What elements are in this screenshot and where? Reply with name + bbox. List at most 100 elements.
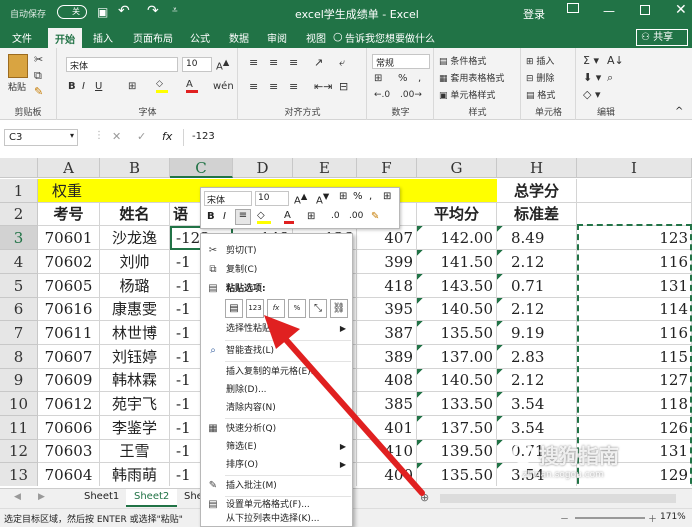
grid-cell[interactable]: 韩雨萌 xyxy=(100,463,170,486)
grid-cell[interactable]: 143.50 xyxy=(417,274,497,298)
grid-cell[interactable] xyxy=(577,203,692,226)
paste-option-paste-icon[interactable]: ▤ xyxy=(225,299,243,318)
delete-cells-button[interactable]: ⊟ 删除 xyxy=(526,71,554,84)
menu-item-copy[interactable]: ⧉ 复制(C) xyxy=(201,261,352,279)
grid-cell[interactable]: 70609 xyxy=(38,369,100,392)
mini-comma-icon[interactable]: , xyxy=(369,191,372,202)
grid-cell[interactable]: 李鉴学 xyxy=(100,416,170,440)
prev-sheet-icon[interactable]: ◀ xyxy=(14,492,21,502)
tab-home[interactable]: 开始 xyxy=(48,28,82,48)
zoom-in-icon[interactable]: ＋ xyxy=(648,512,657,525)
grid-cell[interactable]: 2.12 xyxy=(497,298,577,321)
cell-style-button[interactable]: ▣ 单元格样式 xyxy=(439,88,495,101)
grid-cell[interactable]: 70603 xyxy=(38,440,100,463)
grid-cell[interactable] xyxy=(577,179,692,203)
grid-cell[interactable] xyxy=(100,179,170,203)
row-header[interactable]: 13 xyxy=(0,463,38,486)
mini-grow-font-icon[interactable]: A▲ xyxy=(294,191,307,206)
select-all-corner[interactable] xyxy=(0,158,38,178)
maximize-icon[interactable] xyxy=(640,5,650,15)
mini-currency-icon[interactable]: ⊞ xyxy=(339,191,347,202)
grid-cell[interactable]: 刘钰婷 xyxy=(100,345,170,369)
column-header[interactable]: E xyxy=(293,158,357,178)
column-header[interactable]: C xyxy=(170,158,233,178)
tab-insert[interactable]: 插入 xyxy=(93,30,113,45)
grow-font-icon[interactable]: A▲ xyxy=(216,57,229,72)
mini-percent-icon[interactable]: % xyxy=(353,191,363,202)
grid-cell[interactable]: 70601 xyxy=(38,226,100,250)
row-header[interactable]: 11 xyxy=(0,416,38,440)
column-header[interactable]: D xyxy=(233,158,293,178)
grid-cell[interactable]: 王雪 xyxy=(100,440,170,463)
mini-fill-color-icon[interactable]: ◇ xyxy=(257,210,271,224)
share-button[interactable]: ⚇ 共享 xyxy=(636,29,688,46)
insert-cells-button[interactable]: ⊞ 插入 xyxy=(526,54,554,67)
grid-cell[interactable]: 70602 xyxy=(38,250,100,274)
row-header[interactable]: 7 xyxy=(0,321,38,345)
indent-icon[interactable]: ⇤⇥ xyxy=(314,80,332,93)
name-box-dropdown-icon[interactable]: ▾ xyxy=(70,131,74,140)
format-cells-button[interactable]: ▤ 格式 xyxy=(526,88,555,101)
table-format-button[interactable]: ▦ 套用表格格式 xyxy=(439,71,504,84)
mini-italic-button[interactable]: I xyxy=(223,211,226,222)
column-header[interactable]: G xyxy=(417,158,497,178)
grid-cell[interactable]: 苑宇飞 xyxy=(100,392,170,416)
grid-cell[interactable]: 70605 xyxy=(38,274,100,298)
grid-cell[interactable]: 141.50 xyxy=(417,250,497,274)
row-header[interactable]: 2 xyxy=(0,203,38,226)
grid-cell[interactable]: 2.12 xyxy=(497,250,577,274)
grid-cell[interactable]: 考号 xyxy=(38,203,100,226)
grid-cell[interactable]: 权重 xyxy=(38,179,100,203)
number-format-box[interactable]: 常规 xyxy=(372,54,430,69)
grid-cell[interactable]: 总学分 xyxy=(497,179,577,203)
mini-bold-button[interactable]: B xyxy=(207,211,215,222)
tab-view[interactable]: 视图 xyxy=(306,30,326,45)
grid-cell[interactable]: 2.12 xyxy=(497,369,577,392)
close-icon[interactable]: ✕ xyxy=(675,2,687,18)
grid-cell[interactable]: 70611 xyxy=(38,321,100,345)
grid-cell[interactable]: 70604 xyxy=(38,463,100,486)
increase-decimal-icon[interactable]: ←.0 xyxy=(374,90,390,100)
underline-button[interactable]: U xyxy=(95,81,102,92)
collapse-ribbon-icon[interactable]: ^ xyxy=(675,106,683,117)
grid-cell[interactable]: 沙龙逸 xyxy=(100,226,170,250)
column-header[interactable]: I xyxy=(577,158,692,178)
grid-cell[interactable]: 9.19 xyxy=(497,321,577,345)
grid-cell[interactable]: 70606 xyxy=(38,416,100,440)
align-center-icon[interactable]: ≡ xyxy=(269,80,278,93)
grid-cell[interactable]: 标准差 xyxy=(497,203,577,226)
tab-formulas[interactable]: 公式 xyxy=(190,30,210,45)
row-header[interactable]: 5 xyxy=(0,274,38,298)
grid-cell[interactable]: 姓名 xyxy=(100,203,170,226)
tab-page-layout[interactable]: 页面布局 xyxy=(133,30,173,45)
clear-icon[interactable]: ◇ ▾ xyxy=(583,88,600,101)
ribbon-display-icon[interactable] xyxy=(567,3,579,13)
cancel-icon[interactable]: ✕ xyxy=(112,130,121,143)
formula-input[interactable]: -123 xyxy=(183,129,687,146)
mini-size-box[interactable]: 10 xyxy=(255,191,289,206)
grid-cell[interactable]: 70612 xyxy=(38,392,100,416)
conditional-format-button[interactable]: ▤ 条件格式 xyxy=(439,54,486,67)
font-size-box[interactable]: 10 xyxy=(182,57,212,72)
grid-cell[interactable]: 2.83 xyxy=(497,345,577,369)
name-box[interactable]: C3 xyxy=(4,129,78,146)
zoom-slider[interactable] xyxy=(575,517,645,519)
grid-cell[interactable]: 3.54 xyxy=(497,416,577,440)
mini-font-color-icon[interactable]: A xyxy=(284,210,294,224)
font-name-box[interactable]: 宋体 xyxy=(66,57,178,72)
login-link[interactable]: 登录 xyxy=(523,6,545,22)
next-sheet-icon[interactable]: ▶ xyxy=(38,492,45,502)
currency-icon[interactable]: ⊞ xyxy=(374,73,382,84)
align-top-icon[interactable]: ≡ xyxy=(249,56,258,69)
align-right-icon[interactable]: ≡ xyxy=(289,80,298,93)
sheet-tab-active[interactable]: Sheet2 xyxy=(126,489,178,507)
autosum-icon[interactable]: Σ ▾ xyxy=(583,54,599,67)
minimize-icon[interactable]: — xyxy=(603,4,615,18)
phonetic-icon[interactable]: wén xyxy=(213,81,234,92)
bold-button[interactable]: B xyxy=(68,81,76,92)
mini-border-icon[interactable]: ⊞ xyxy=(307,211,315,222)
mini-increase-decimal-icon[interactable]: .0 xyxy=(331,211,340,221)
row-header[interactable]: 1 xyxy=(0,179,38,203)
quick-access-more-icon[interactable]: ⩡ xyxy=(172,5,178,16)
comma-icon[interactable]: , xyxy=(418,73,421,84)
